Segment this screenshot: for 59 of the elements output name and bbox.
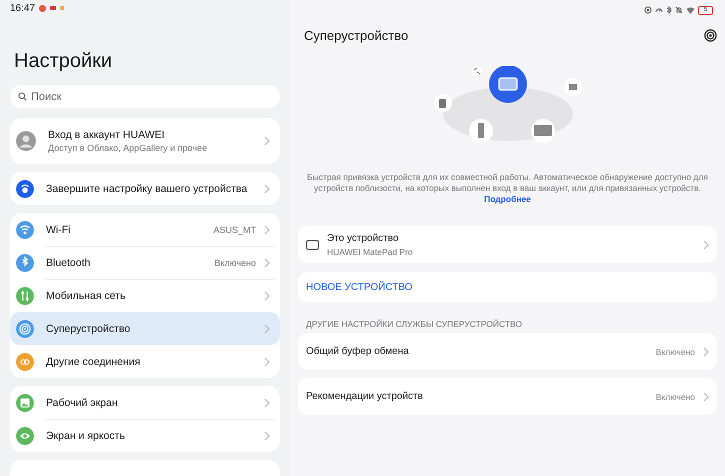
muted-bell-icon: [675, 6, 683, 14]
chevron-right-icon: [703, 392, 709, 402]
panel-title: Суперустройство: [304, 28, 408, 42]
description-text: Быстрая привязка устройств для их совместной работы. Автоматическое обнаружение доступно для устройств поблизости, на которых выполнен вход в ваш аккаунт, или для привязанных устройств.: [306, 172, 709, 194]
settings-item[interactable]: Wi-Fi ASUS_MT: [10, 213, 280, 246]
chevron-right-icon: [264, 430, 270, 440]
page-title: Настройки: [14, 50, 114, 73]
item-label: Вход в аккаунт HUAWEI: [48, 129, 166, 141]
search-field[interactable]: Поиск: [10, 85, 280, 108]
chevron-right-icon: [264, 324, 270, 334]
chevron-right-icon: [264, 258, 270, 268]
bluetooth-icon: [666, 6, 672, 14]
chevron-right-icon: [703, 346, 709, 356]
item-value: ASUS_MT: [213, 224, 256, 234]
option-label: Общий буфер обмена: [306, 346, 410, 357]
settings-item[interactable]: Завершите настройку вашего устройства: [10, 172, 280, 205]
section-header: ДРУГИЕ НАСТРОЙКИ СЛУЖБЫ СУПЕРУСТРОЙСТВО: [306, 319, 524, 329]
new-device-button[interactable]: НОВОЕ УСТРОЙСТВО: [298, 272, 717, 302]
device-card[interactable]: Это устройство HUAWEI MatePad Pro: [298, 226, 717, 263]
chevron-right-icon: [264, 224, 270, 234]
option-value: Включено: [656, 392, 695, 402]
item-label: Другие соединения: [46, 356, 142, 368]
chevron-right-icon: [703, 240, 709, 250]
device-name: Это устройство: [327, 232, 400, 244]
chevron-right-icon: [264, 184, 270, 194]
item-label: Wi-Fi: [46, 224, 72, 236]
item-label: Мобильная сеть: [46, 290, 126, 302]
status-time: 16:47: [10, 2, 36, 14]
target-icon[interactable]: [704, 28, 717, 42]
settings-option[interactable]: Общий буфер обмена Включено: [298, 333, 717, 370]
option-label: Рекомендации устройств: [306, 391, 424, 402]
more-link[interactable]: Подробнее: [484, 194, 531, 204]
item-subtitle: Доступ в Облако, AppGallery и прочее: [48, 143, 208, 153]
item-label: Рабочий экран: [46, 396, 119, 408]
wifi-icon: [686, 6, 695, 14]
search-icon: [18, 92, 27, 101]
item-label: Суперустройство: [46, 322, 132, 334]
settings-option[interactable]: Рекомендации устройств Включено: [298, 378, 717, 415]
speedometer-icon: [655, 6, 663, 14]
item-label: Завершите настройку вашего устройства: [46, 182, 248, 194]
item-label: Экран и яркость: [46, 430, 126, 442]
device-model: HUAWEI MatePad Pro: [327, 246, 414, 256]
settings-item[interactable]: Рабочий экран: [10, 386, 280, 419]
option-value: Включено: [656, 346, 695, 356]
chevron-right-icon: [264, 290, 270, 300]
settings-item[interactable]: Bluetooth Включено: [10, 246, 280, 279]
notification-badge-icon: [39, 4, 46, 12]
chevron-right-icon: [264, 356, 270, 366]
chevron-right-icon: [264, 398, 270, 408]
settings-item[interactable]: Другие соединения: [10, 345, 280, 378]
settings-item[interactable]: Суперустройство: [10, 312, 280, 345]
settings-item[interactable]: Мобильная сеть: [10, 279, 280, 312]
item-label: Bluetooth: [46, 256, 92, 268]
settings-item[interactable]: Вход в аккаунт HUAWEI Доступ в Облако, AppGallery и прочее: [10, 118, 280, 164]
chevron-right-icon: [264, 136, 270, 146]
tablet-icon: [306, 240, 319, 250]
item-value: Включено: [214, 258, 256, 268]
settings-item[interactable]: Экран и яркость: [10, 419, 280, 452]
avatar-icon: [16, 131, 36, 151]
